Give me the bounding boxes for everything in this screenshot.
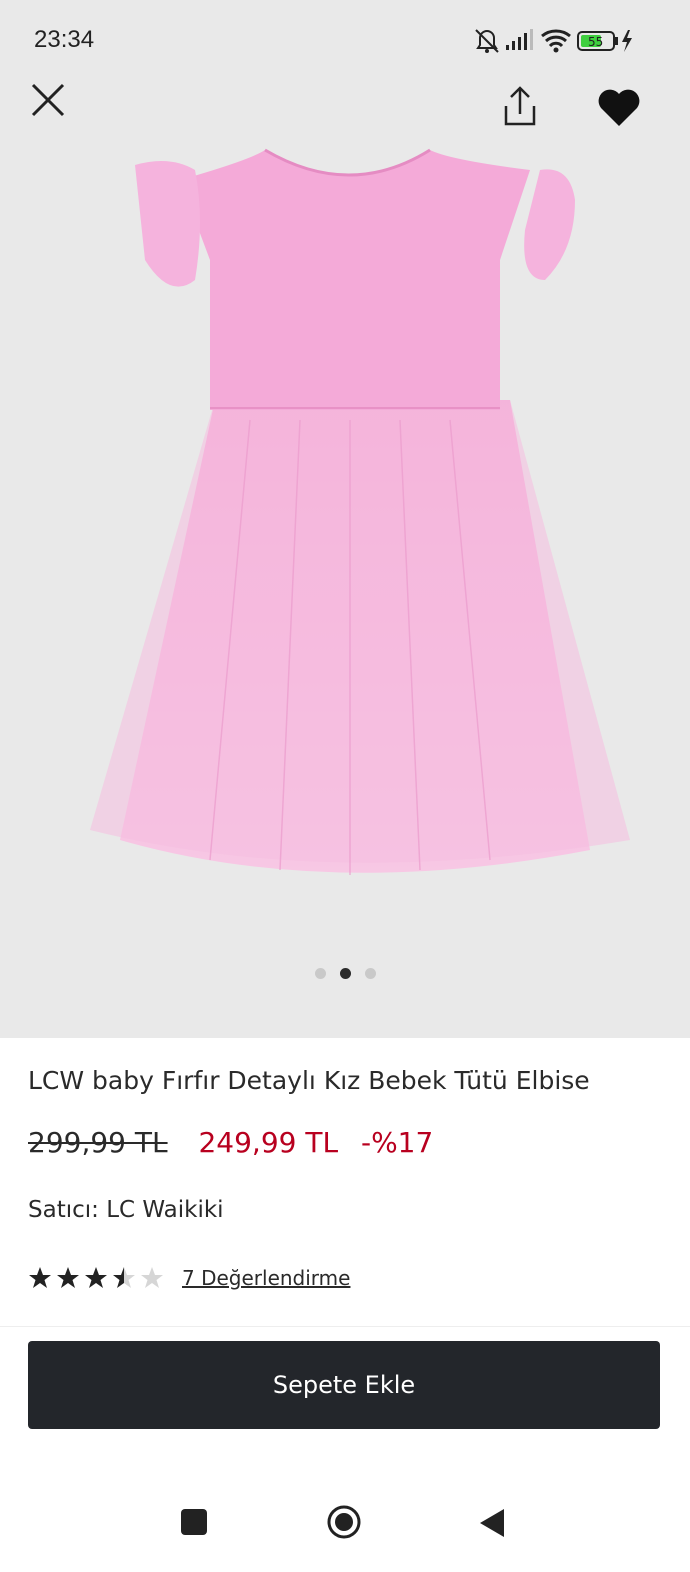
system-nav-bar [0, 1480, 690, 1572]
add-to-cart-button[interactable]: Sepete Ekle [28, 1341, 660, 1429]
price-row: 299,99 TL 249,99 TL -%17 [28, 1126, 433, 1159]
divider [0, 1326, 690, 1327]
svg-text:55: 55 [588, 35, 603, 49]
home-circle-icon[interactable] [326, 1504, 362, 1544]
product-image-gallery[interactable]: 23:34 55 [0, 0, 690, 1038]
star-half-icon [113, 1267, 135, 1288]
status-time: 23:34 [34, 26, 95, 53]
battery-icon: 55 [577, 31, 618, 51]
signal-icon [506, 29, 533, 50]
rating-row: 7 Değerlendirme [28, 1264, 350, 1292]
gallery-dot[interactable] [314, 968, 326, 979]
seller-label: Satıcı: [28, 1197, 99, 1223]
star-icon [57, 1267, 79, 1288]
back-triangle-icon[interactable] [478, 1508, 506, 1542]
status-bar: 23:34 55 [0, 0, 690, 80]
mute-bell-icon [475, 29, 499, 53]
gallery-pagination [0, 968, 690, 979]
product-image [30, 140, 650, 904]
share-icon[interactable] [500, 84, 540, 132]
star-empty-icon [141, 1267, 163, 1288]
heart-icon[interactable] [596, 86, 642, 132]
product-title: LCW baby Fırfır Detaylı Kız Bebek Tütü E… [28, 1066, 590, 1095]
wifi-icon [541, 29, 571, 53]
recents-square-icon[interactable] [180, 1508, 208, 1540]
star-icon [29, 1267, 51, 1288]
status-icons: 55 [474, 26, 654, 56]
charging-icon [622, 30, 632, 52]
gallery-dot-active[interactable] [339, 968, 351, 979]
sale-price: 249,99 TL [198, 1126, 339, 1159]
close-icon[interactable] [30, 82, 66, 122]
seller-info: Satıcı: LC Waikiki [28, 1197, 224, 1223]
discount-badge: -%17 [360, 1126, 434, 1159]
star-icon [85, 1267, 107, 1288]
star-rating [29, 1267, 163, 1288]
reviews-link[interactable]: 7 Değerlendirme [182, 1266, 350, 1290]
gallery-dot[interactable] [364, 968, 376, 979]
seller-name[interactable]: LC Waikiki [106, 1197, 223, 1223]
old-price: 299,99 TL [28, 1126, 168, 1159]
